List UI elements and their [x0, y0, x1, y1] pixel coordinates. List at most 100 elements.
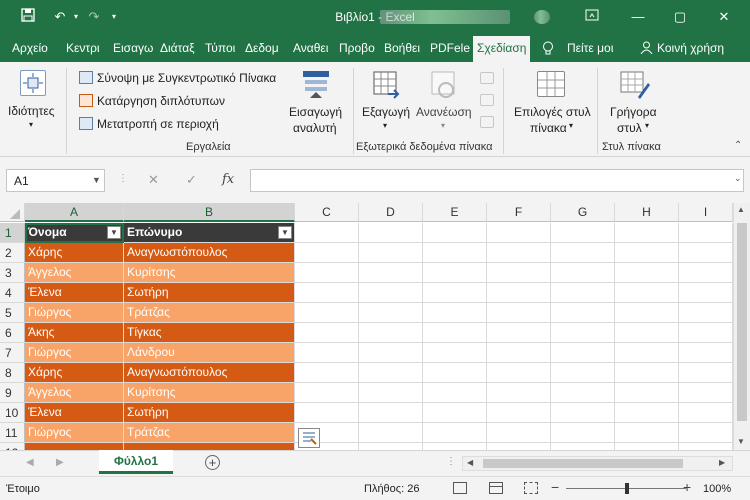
page-layout-view-icon[interactable]: [489, 482, 503, 494]
empty-cell[interactable]: [615, 223, 679, 243]
empty-cell[interactable]: [423, 283, 487, 303]
empty-cell[interactable]: [359, 443, 423, 450]
convert-to-range-button[interactable]: Μετατροπή σε περιοχή: [79, 117, 219, 131]
close-button[interactable]: ✕: [714, 8, 734, 26]
empty-cell[interactable]: [615, 363, 679, 383]
cancel-icon[interactable]: ✕: [148, 172, 159, 188]
empty-cell[interactable]: [679, 443, 733, 450]
quick-analysis-button[interactable]: [298, 428, 320, 448]
empty-cell[interactable]: [615, 383, 679, 403]
zoom-level[interactable]: 100%: [703, 483, 731, 495]
share-button[interactable]: Κοινή χρήση: [657, 41, 724, 55]
empty-cell[interactable]: [551, 443, 615, 450]
cell-first-name[interactable]: Έλενα: [25, 283, 124, 303]
empty-cell[interactable]: [551, 243, 615, 263]
empty-cell[interactable]: [615, 343, 679, 363]
minimize-button[interactable]: —: [628, 8, 648, 26]
expand-formula-bar-icon[interactable]: ⌄: [734, 173, 742, 184]
tab-pdfelement[interactable]: PDFele: [430, 41, 470, 55]
empty-cell[interactable]: [487, 283, 551, 303]
empty-cell[interactable]: [359, 403, 423, 423]
empty-cell[interactable]: [359, 263, 423, 283]
row-header[interactable]: 5: [0, 303, 25, 323]
empty-cell[interactable]: [423, 323, 487, 343]
empty-cell[interactable]: [551, 223, 615, 243]
properties-icon[interactable]: [20, 70, 46, 96]
empty-cell[interactable]: [359, 223, 423, 243]
empty-cell[interactable]: [295, 303, 359, 323]
restore-button[interactable]: ▢: [670, 8, 690, 26]
empty-cell[interactable]: [615, 303, 679, 323]
empty-cell[interactable]: [295, 323, 359, 343]
empty-cell[interactable]: [679, 283, 733, 303]
empty-cell[interactable]: [679, 403, 733, 423]
empty-cell[interactable]: [487, 343, 551, 363]
empty-cell[interactable]: [551, 343, 615, 363]
empty-cell[interactable]: [679, 243, 733, 263]
column-header-g[interactable]: G: [551, 203, 615, 222]
empty-cell[interactable]: [679, 303, 733, 323]
column-header-f[interactable]: F: [487, 203, 551, 222]
normal-view-icon[interactable]: [453, 482, 467, 494]
quick-styles-label-2[interactable]: στυλ: [617, 121, 642, 135]
empty-cell[interactable]: [487, 323, 551, 343]
cell-first-name[interactable]: [25, 443, 124, 450]
empty-cell[interactable]: [615, 423, 679, 443]
empty-cell[interactable]: [359, 283, 423, 303]
export-icon[interactable]: [372, 70, 402, 102]
pivot-summarize-button[interactable]: Σύνοψη με Συγκεντρωτικό Πίνακα: [79, 71, 276, 85]
row-header[interactable]: 3: [0, 263, 25, 283]
row-header[interactable]: 10: [0, 403, 25, 423]
refresh-icon[interactable]: [430, 70, 460, 102]
cell-first-name[interactable]: Χάρης: [25, 243, 124, 263]
empty-cell[interactable]: [615, 263, 679, 283]
empty-cell[interactable]: [679, 343, 733, 363]
empty-cell[interactable]: [679, 223, 733, 243]
empty-cell[interactable]: [359, 243, 423, 263]
empty-cell[interactable]: [679, 363, 733, 383]
empty-cell[interactable]: [359, 383, 423, 403]
cell-first-name[interactable]: Άκης: [25, 323, 124, 343]
scroll-left-icon[interactable]: ◀: [467, 458, 473, 467]
properties-button[interactable]: Ιδιότητες: [8, 104, 54, 118]
scroll-right-icon[interactable]: ▶: [719, 458, 725, 467]
empty-cell[interactable]: [679, 423, 733, 443]
table-style-options-icon[interactable]: [537, 71, 565, 97]
empty-cell[interactable]: [359, 423, 423, 443]
remove-duplicates-button[interactable]: Κατάργηση διπλότυπων: [79, 94, 225, 108]
empty-cell[interactable]: [487, 363, 551, 383]
tab-formulas[interactable]: Τύποι: [205, 41, 235, 55]
tab-help[interactable]: Βοήθει: [384, 41, 420, 55]
avatar[interactable]: [534, 10, 550, 24]
row-header[interactable]: 12: [0, 443, 25, 450]
empty-cell[interactable]: [423, 223, 487, 243]
empty-cell[interactable]: [615, 283, 679, 303]
empty-cell[interactable]: [295, 363, 359, 383]
row-header[interactable]: 2: [0, 243, 25, 263]
table-style-options-label-2[interactable]: πίνακα: [530, 121, 567, 135]
lightbulb-icon[interactable]: [542, 41, 554, 59]
scroll-up-icon[interactable]: ▲: [737, 205, 745, 214]
empty-cell[interactable]: [295, 343, 359, 363]
cell-last-name[interactable]: Αναγνωστόπουλος: [124, 243, 295, 263]
collapse-ribbon-icon[interactable]: ⌃: [734, 140, 742, 151]
column-header-c[interactable]: C: [295, 203, 359, 222]
insert-slicer-label-1[interactable]: Εισαγωγή: [289, 105, 342, 119]
empty-cell[interactable]: [615, 403, 679, 423]
insert-slicer-label-2[interactable]: αναλυτή: [293, 121, 337, 135]
ribbon-display-options-icon[interactable]: [582, 8, 602, 26]
tab-review[interactable]: Αναθει: [293, 41, 328, 55]
column-header-d[interactable]: D: [359, 203, 423, 222]
scroll-down-icon[interactable]: ▼: [737, 437, 745, 446]
select-all-corner[interactable]: [0, 203, 25, 222]
empty-cell[interactable]: [679, 383, 733, 403]
drag-handle-icon[interactable]: ⋮: [118, 173, 128, 184]
column-header-a[interactable]: A: [25, 203, 124, 222]
cell-first-name[interactable]: Γιώργος: [25, 303, 124, 323]
open-in-browser-icon[interactable]: [480, 94, 494, 106]
share-icon[interactable]: [640, 41, 653, 57]
empty-cell[interactable]: [423, 343, 487, 363]
empty-cell[interactable]: [551, 303, 615, 323]
empty-cell[interactable]: [423, 263, 487, 283]
row-header[interactable]: 8: [0, 363, 25, 383]
